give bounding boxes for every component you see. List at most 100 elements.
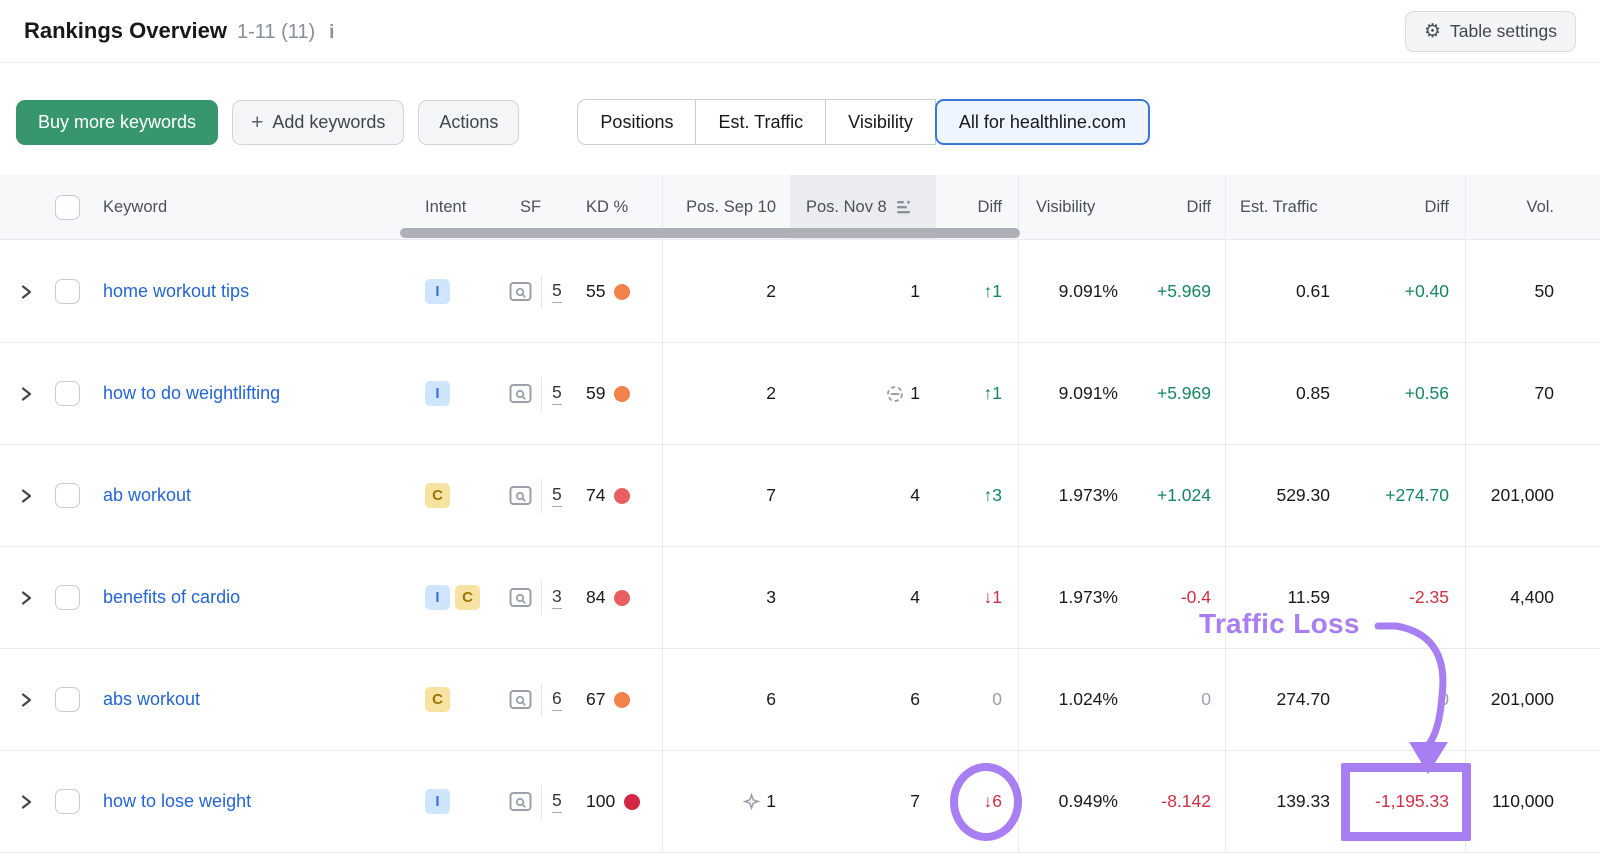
sf-count[interactable]: 5 <box>552 484 562 507</box>
expand-chevron-icon[interactable] <box>20 590 33 606</box>
row-checkbox[interactable] <box>55 585 80 610</box>
row-checkbox[interactable] <box>55 483 80 508</box>
visibility-diff-value: +5.969 <box>1156 281 1211 301</box>
serp-features-icon[interactable] <box>509 689 532 710</box>
pos-diff-value: ↑1 <box>983 281 1002 301</box>
select-all-checkbox[interactable] <box>55 194 80 220</box>
traffic-diff-value: -1,195.33 <box>1375 791 1449 811</box>
keyword-link[interactable]: how to do weightlifting <box>103 383 280 404</box>
divider <box>541 682 542 717</box>
add-keywords-label: Add keywords <box>272 111 386 132</box>
keyword-link[interactable]: benefits of cardio <box>103 587 240 608</box>
column-header-keyword[interactable]: Keyword <box>100 175 405 239</box>
column-header-est-traffic[interactable]: Est. Traffic <box>1225 175 1345 239</box>
pos-sep10-value: 2 <box>766 281 776 301</box>
serp-features-icon[interactable] <box>509 791 532 812</box>
visibility-value: 1.024% <box>1058 689 1118 709</box>
intent-badges: C <box>405 649 500 750</box>
expand-chevron-icon[interactable] <box>20 692 33 708</box>
row-checkbox[interactable] <box>55 687 80 712</box>
view-tab-all-for-healthline-com[interactable]: All for healthline.com <box>934 99 1150 145</box>
sf-count[interactable]: 5 <box>552 280 562 303</box>
visibility-value: 1.973% <box>1058 587 1118 607</box>
volume-value: 201,000 <box>1490 689 1554 709</box>
expand-chevron-icon[interactable] <box>20 794 33 810</box>
table-settings-button[interactable]: ⚙ Table settings <box>1404 10 1576 52</box>
visibility-value: 9.091% <box>1058 383 1118 403</box>
pos-diff-value: ↑3 <box>983 485 1002 505</box>
keyword-link[interactable]: abs workout <box>103 689 200 710</box>
view-tab-est-traffic[interactable]: Est. Traffic <box>696 99 827 145</box>
intent-badge-i[interactable]: I <box>425 381 450 406</box>
buy-more-keywords-button[interactable]: Buy more keywords <box>16 99 219 145</box>
pos-nov8-value: 4 <box>910 587 920 607</box>
expand-chevron-icon[interactable] <box>20 386 33 402</box>
kd-value: 59 <box>586 383 606 403</box>
table-row: how to do weightlifting I 5 59 2 1 ↑1 9.… <box>0 343 1600 445</box>
pos-nov8-value: 4 <box>910 485 920 505</box>
keyword-link[interactable]: how to lose weight <box>103 791 251 812</box>
kd-difficulty-dot <box>614 691 631 708</box>
volume-value: 4,400 <box>1510 587 1554 607</box>
pos-sep10-value: 1 <box>766 791 776 811</box>
est-traffic-value: 139.33 <box>1276 791 1330 811</box>
keyword-link[interactable]: ab workout <box>103 485 191 506</box>
column-header-visibility[interactable]: Visibility <box>1018 175 1130 239</box>
volume-value: 201,000 <box>1490 485 1554 505</box>
info-icon[interactable]: i <box>329 22 334 44</box>
keyword-link[interactable]: home workout tips <box>103 281 249 302</box>
column-header-traffic-diff[interactable]: Diff <box>1345 175 1465 239</box>
pos-nov8-value: 6 <box>910 689 920 709</box>
serp-features-icon[interactable] <box>509 587 532 608</box>
intent-badge-i[interactable]: I <box>425 585 450 610</box>
intent-badge-i[interactable]: I <box>425 789 450 814</box>
serp-features-icon[interactable] <box>509 383 532 404</box>
intent-badge-c[interactable]: C <box>425 483 450 508</box>
est-traffic-value: 0.85 <box>1295 383 1330 403</box>
sf-count[interactable]: 3 <box>552 586 562 609</box>
intent-badge-c[interactable]: C <box>425 687 450 712</box>
kd-difficulty-dot <box>624 793 641 810</box>
table-row: home workout tips I 5 55 2 1 ↑1 9.091% +… <box>0 241 1600 343</box>
expand-chevron-icon[interactable] <box>20 488 33 504</box>
view-tab-visibility[interactable]: Visibility <box>826 99 936 145</box>
kd-value: 84 <box>586 587 606 607</box>
row-checkbox[interactable] <box>55 789 80 814</box>
pos-nov8-value: 1 <box>910 383 920 403</box>
page-title: Rankings Overview <box>24 18 227 43</box>
intent-badges: C <box>405 445 500 546</box>
column-header-vis-diff[interactable]: Diff <box>1130 175 1225 239</box>
add-keywords-button[interactable]: + Add keywords <box>232 99 405 145</box>
serp-features-icon[interactable] <box>509 281 532 302</box>
kd-value: 67 <box>586 689 606 709</box>
sf-count[interactable]: 5 <box>552 790 562 813</box>
sf-count[interactable]: 5 <box>552 382 562 405</box>
kd-value: 55 <box>586 281 606 301</box>
expand-chevron-icon[interactable] <box>20 284 33 300</box>
row-checkbox[interactable] <box>55 279 80 304</box>
intent-badge-i[interactable]: I <box>425 279 450 304</box>
pos-sep10-value: 3 <box>766 587 776 607</box>
column-header-volume[interactable]: Vol. <box>1465 175 1600 239</box>
pos-nov8-value: 1 <box>910 281 920 301</box>
intent-badge-c[interactable]: C <box>455 585 480 610</box>
divider <box>541 274 542 309</box>
divider <box>541 478 542 513</box>
visibility-diff-value: +1.024 <box>1156 485 1211 505</box>
plus-icon: + <box>251 110 264 134</box>
visibility-value: 1.973% <box>1058 485 1118 505</box>
view-tab-positions[interactable]: Positions <box>577 99 697 145</box>
volume-value: 50 <box>1534 281 1554 301</box>
row-checkbox[interactable] <box>55 381 80 406</box>
serp-features-icon[interactable] <box>509 485 532 506</box>
intent-badges: I <box>405 751 500 852</box>
sf-count[interactable]: 6 <box>552 688 562 711</box>
intent-badges: I <box>405 343 500 444</box>
horizontal-scrollbar[interactable] <box>400 228 1020 238</box>
kd-value: 100 <box>586 791 616 811</box>
divider <box>541 376 542 411</box>
view-tabs: Positions Est. Traffic Visibility All for h… <box>577 99 1150 145</box>
actions-button[interactable]: Actions <box>418 99 520 145</box>
pos-sep10-value: 2 <box>766 383 776 403</box>
intent-badges: IC <box>405 547 500 648</box>
